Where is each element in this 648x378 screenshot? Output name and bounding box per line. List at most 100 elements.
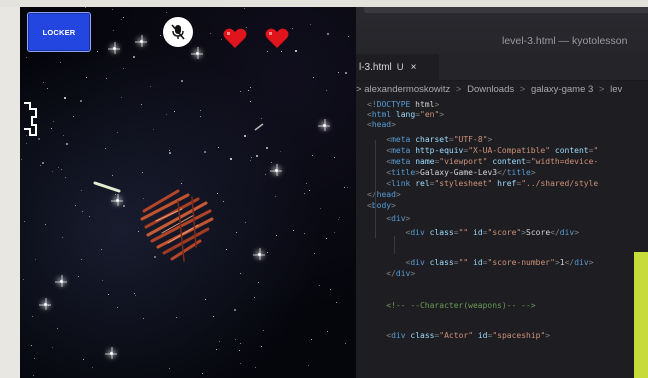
code-line: </div> xyxy=(367,269,415,279)
star xyxy=(216,349,218,351)
star xyxy=(84,7,86,9)
star xyxy=(79,99,82,102)
star xyxy=(325,90,327,92)
star xyxy=(234,338,236,340)
star xyxy=(280,50,282,52)
code-token: "X-UA-Compatible" xyxy=(468,146,551,155)
star xyxy=(122,67,124,69)
code-token: "en" xyxy=(420,110,440,119)
star xyxy=(173,110,175,112)
star xyxy=(239,349,240,351)
code-token: link xyxy=(391,179,411,188)
star xyxy=(253,296,255,298)
star xyxy=(120,96,122,98)
tab-level-3-html[interactable]: l-3.html U × xyxy=(356,54,439,80)
star xyxy=(169,152,172,155)
star xyxy=(334,231,336,233)
star xyxy=(244,222,246,224)
star xyxy=(275,195,277,197)
locker-button[interactable]: LOCKER xyxy=(27,12,91,52)
star xyxy=(52,121,54,123)
star xyxy=(32,316,34,318)
star xyxy=(142,318,144,320)
breadcrumb-separator: > xyxy=(356,84,362,95)
window-titlebar: level-3.html — kyotolesson xyxy=(356,7,648,54)
code-token: div xyxy=(410,228,425,237)
side-tab xyxy=(634,252,648,378)
bright-star xyxy=(110,352,113,355)
star xyxy=(312,154,314,156)
code-token: "" xyxy=(458,258,469,267)
star xyxy=(60,168,62,170)
star xyxy=(244,134,247,137)
code-token: html xyxy=(410,100,435,109)
star xyxy=(43,82,45,84)
star xyxy=(295,50,298,53)
star xyxy=(271,162,273,164)
star xyxy=(310,24,312,26)
star xyxy=(59,62,61,64)
code-token: meta xyxy=(391,146,411,155)
code-token: </ xyxy=(497,168,507,177)
star xyxy=(41,161,44,164)
tab-label: l-3.html xyxy=(359,61,392,73)
star xyxy=(166,113,168,115)
tab-status-untracked: U xyxy=(396,61,404,73)
bright-star xyxy=(323,124,326,127)
star xyxy=(80,190,82,192)
game-canvas[interactable]: LOCKER xyxy=(20,7,356,378)
star xyxy=(347,35,349,37)
star xyxy=(260,345,262,347)
bright-star xyxy=(44,303,47,306)
star xyxy=(105,148,107,150)
star xyxy=(47,88,49,90)
star xyxy=(338,72,340,74)
code-token: > xyxy=(410,269,416,278)
pixel-sprite-icon xyxy=(24,102,37,136)
breadcrumb-item-file[interactable]: lev xyxy=(610,84,622,95)
star xyxy=(240,343,242,345)
microphone-button[interactable] xyxy=(163,17,193,47)
top-strip xyxy=(0,0,648,7)
star xyxy=(326,238,328,240)
code-token: "UTF-8" xyxy=(453,135,488,144)
star xyxy=(213,315,215,317)
code-line: <title>Galaxy-Game-Lev3</title> xyxy=(367,168,535,178)
star xyxy=(113,30,115,32)
close-icon[interactable]: × xyxy=(411,62,417,73)
code-token: div xyxy=(391,214,406,223)
star xyxy=(33,375,35,377)
star xyxy=(303,232,305,234)
star xyxy=(261,118,263,120)
code-line: <div> xyxy=(367,214,410,224)
code-line: </head> xyxy=(367,190,401,200)
star xyxy=(276,235,278,237)
code-line: <div class="" id="score">Score</div> xyxy=(367,228,580,238)
star xyxy=(217,193,219,195)
microphone-muted-icon xyxy=(171,24,185,40)
indent-guide xyxy=(375,140,376,238)
star xyxy=(327,33,330,36)
code-token: class xyxy=(429,228,454,237)
code-token: title xyxy=(506,168,531,177)
breadcrumb-item-user[interactable]: alexandermoskowitz xyxy=(364,84,450,95)
code-editor[interactable]: level-3.html — kyotolesson l-3.html U × … xyxy=(356,7,648,378)
breadcrumb-item-downloads[interactable]: Downloads xyxy=(467,84,514,95)
code-token: lang xyxy=(395,110,416,119)
code-token: head xyxy=(376,190,396,199)
star xyxy=(34,357,36,359)
code-token: Galaxy-Game-Lev3 xyxy=(420,168,498,177)
code-token: html xyxy=(371,110,392,119)
star xyxy=(250,101,252,103)
code-line: <meta charset="UTF-8"> xyxy=(367,135,492,145)
code-token: <! xyxy=(367,100,377,109)
star xyxy=(263,329,265,331)
star xyxy=(292,28,294,30)
breadcrumb-item-galaxy-game[interactable]: galaxy-game 3 xyxy=(531,84,593,95)
star xyxy=(26,57,28,59)
star xyxy=(304,193,306,195)
